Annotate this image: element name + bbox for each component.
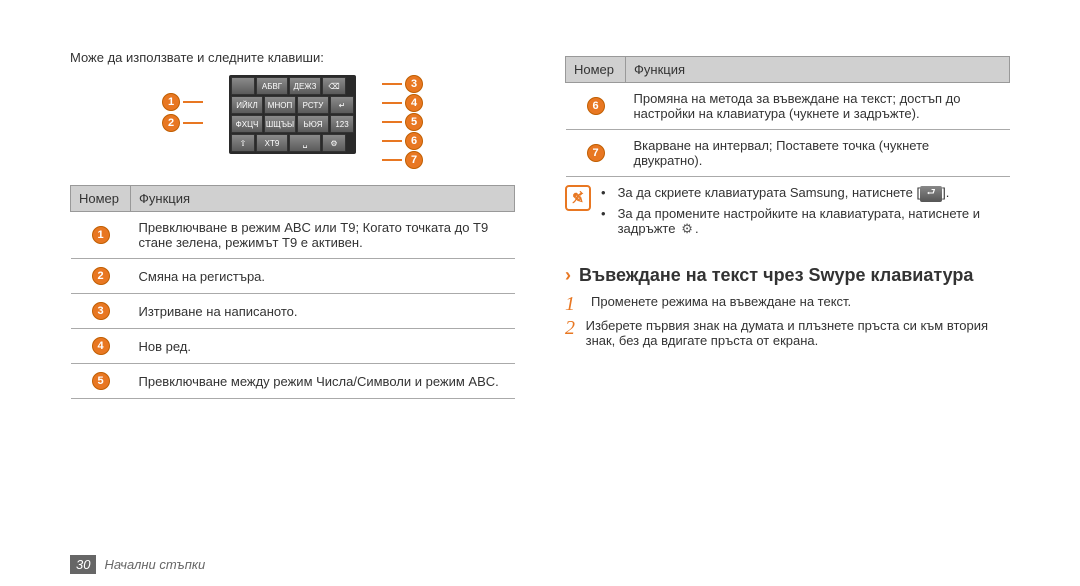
callout-2: 2: [162, 114, 180, 132]
note-bullet-2: За да промените настройките на клавиатур…: [601, 206, 1010, 237]
key: ФХЦЧ: [231, 115, 263, 133]
key-backspace-icon: ⌫: [322, 77, 346, 95]
key: ЬЮЯ: [297, 115, 329, 133]
chevron-icon: ›: [565, 265, 571, 286]
row-num: 6: [587, 97, 605, 115]
footer: 30 Начални стъпки: [70, 555, 205, 574]
key: МНОП: [264, 96, 296, 114]
table-row: 6 Промяна на метода за въвеждане на текс…: [566, 83, 1010, 130]
key-space-icon: ␣: [289, 134, 321, 152]
back-key-icon: ⮐: [920, 186, 942, 202]
keypad-figure: 1 2 АБВГ ДЕЖЗ ⌫ ИЙКЛ МНОП РСТУ ↵ ФХЦЧ: [70, 75, 515, 165]
left-column: Може да използвате и следните клавиши: 1…: [70, 50, 515, 399]
key-gear-icon: ⚙: [322, 134, 346, 152]
row-text: Вкарване на интервал; Поставете точка (ч…: [626, 130, 1010, 177]
row-text: Промяна на метода за въвеждане на текст;…: [626, 83, 1010, 130]
step-text: Изберете първия знак на думата и плъзнет…: [586, 318, 1010, 348]
page-container: Може да използвате и следните клавиши: 1…: [0, 0, 1080, 419]
table-row: 1 Превключване в режим ABC или T9; Когат…: [71, 212, 515, 259]
key: 123: [330, 115, 354, 133]
table-row: 5 Превключване между режим Числа/Символи…: [71, 364, 515, 399]
table-row: 7 Вкарване на интервал; Поставете точка …: [566, 130, 1010, 177]
callout-6: 6: [405, 132, 423, 150]
note1-post: ].: [942, 185, 949, 200]
row-num: 1: [92, 226, 110, 244]
callout-7: 7: [405, 151, 423, 169]
key: ДЕЖЗ: [289, 77, 321, 95]
row-text: Превключване между режим Числа/Символи и…: [131, 364, 515, 399]
key: [231, 77, 255, 95]
note1-pre: За да скриете клавиатурата Samsung, нати…: [618, 185, 921, 200]
key-shift-icon: ⇧: [231, 134, 255, 152]
row-text: Смяна на регистъра.: [131, 259, 515, 294]
key: РСТУ: [297, 96, 329, 114]
note-box: ✎ За да скриете клавиатурата Samsung, на…: [565, 185, 1010, 241]
note-icon: ✎: [565, 185, 591, 211]
key: ИЙКЛ: [231, 96, 263, 114]
left-table: Номер Функция 1 Превключване в режим ABC…: [70, 185, 515, 399]
note2-pre: За да промените настройките на клавиатур…: [618, 206, 980, 236]
th-number: Номер: [71, 186, 131, 212]
page-number: 30: [70, 555, 96, 574]
row-num: 4: [92, 337, 110, 355]
th-function: Функция: [626, 57, 1010, 83]
th-number: Номер: [566, 57, 626, 83]
note2-post: .: [695, 221, 699, 236]
key: XT9: [256, 134, 288, 152]
footer-label: Начални стъпки: [104, 557, 205, 572]
row-text: Превключване в режим ABC или T9; Когато …: [131, 212, 515, 259]
table-row: 3 Изтриване на написаното.: [71, 294, 515, 329]
row-num: 5: [92, 372, 110, 390]
section-title: Въвеждане на текст чрез Swype клавиатура: [579, 265, 973, 286]
row-text: Изтриване на написаното.: [131, 294, 515, 329]
gear-icon: ⚙: [679, 221, 695, 237]
key: ШЩЪЫ: [264, 115, 296, 133]
table-row: 4 Нов ред.: [71, 329, 515, 364]
row-text: Нов ред.: [131, 329, 515, 364]
key: АБВГ: [256, 77, 288, 95]
right-column: Номер Функция 6 Промяна на метода за във…: [565, 50, 1010, 399]
section-heading: › Въвеждане на текст чрез Swype клавиату…: [565, 265, 1010, 286]
callouts-left: 1 2: [162, 93, 203, 132]
step-1: 1 Променете режима на въвеждане на текст…: [565, 294, 1010, 314]
row-num: 3: [92, 302, 110, 320]
callout-3: 3: [405, 75, 423, 93]
step-number: 2: [565, 318, 576, 338]
key-enter-icon: ↵: [330, 96, 354, 114]
note-bullet-1: За да скриете клавиатурата Samsung, нати…: [601, 185, 1010, 202]
keypad: АБВГ ДЕЖЗ ⌫ ИЙКЛ МНОП РСТУ ↵ ФХЦЧ ШЩЪЫ Ь…: [229, 75, 356, 154]
note-list: За да скриете клавиатурата Samsung, нати…: [601, 185, 1010, 241]
callout-4: 4: [405, 94, 423, 112]
row-num: 2: [92, 267, 110, 285]
th-function: Функция: [131, 186, 515, 212]
right-table: Номер Функция 6 Промяна на метода за във…: [565, 56, 1010, 177]
step-number: 1: [565, 294, 581, 314]
row-num: 7: [587, 144, 605, 162]
step-text: Променете режима на въвеждане на текст.: [591, 294, 851, 309]
step-2: 2 Изберете първия знак на думата и плъзн…: [565, 318, 1010, 348]
intro-text: Може да използвате и следните клавиши:: [70, 50, 515, 65]
callout-1: 1: [162, 93, 180, 111]
table-row: 2 Смяна на регистъра.: [71, 259, 515, 294]
callout-5: 5: [405, 113, 423, 131]
callouts-right: 3 4 5 6 7: [382, 75, 423, 169]
